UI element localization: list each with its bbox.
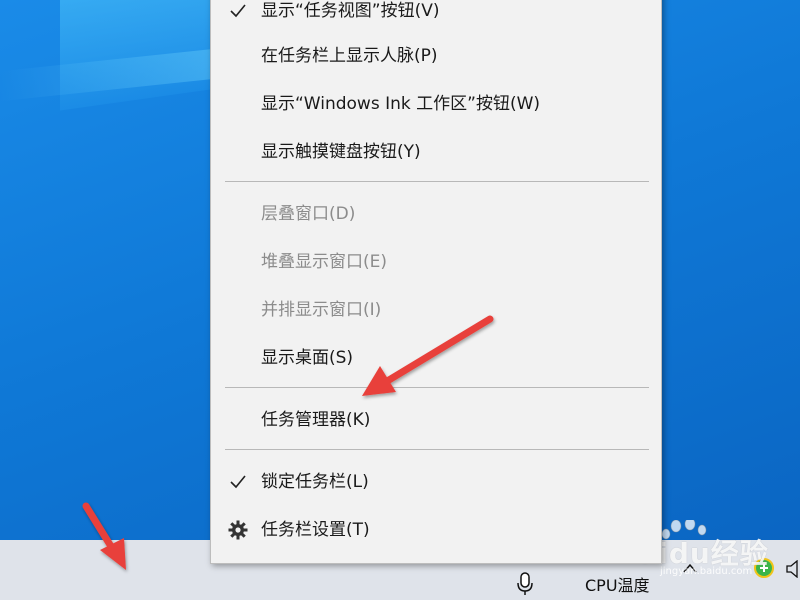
menu-item-show-task-view[interactable]: 显示“任务视图”按钮(V) — [211, 0, 661, 33]
menu-item-label: 并排显示窗口(I) — [261, 300, 382, 320]
menu-item-show-people[interactable]: 在任务栏上显示人脉(P) — [211, 34, 661, 78]
menu-item-label: 在任务栏上显示人脉(P) — [261, 46, 438, 66]
menu-item-task-manager[interactable]: 任务管理器(K) — [211, 398, 661, 442]
watermark-url: jingyan.baidu.com — [660, 566, 753, 577]
menu-item-lock-taskbar[interactable]: 锁定任务栏(L) — [211, 460, 661, 504]
menu-item-label: 层叠窗口(D) — [261, 204, 356, 224]
check-icon — [230, 475, 246, 489]
menu-item-show-touch-keyboard[interactable]: 显示触摸键盘按钮(Y) — [211, 130, 661, 174]
menu-item-label: 任务栏设置(T) — [261, 520, 370, 540]
menu-item-stack-windows: 堆叠显示窗口(E) — [211, 240, 661, 284]
menu-item-label: 显示桌面(S) — [261, 348, 354, 368]
check-icon — [230, 4, 246, 18]
menu-item-label: 任务管理器(K) — [261, 410, 371, 430]
speaker-icon[interactable] — [786, 560, 800, 578]
menu-item-show-desktop[interactable]: 显示桌面(S) — [211, 336, 661, 380]
menu-item-label: 堆叠显示窗口(E) — [261, 252, 388, 272]
menu-item-show-windows-ink[interactable]: 显示“Windows Ink 工作区”按钮(W) — [211, 82, 661, 126]
menu-item-taskbar-settings[interactable]: 任务栏设置(T) — [211, 508, 661, 552]
taskbar-context-menu: 显示“任务视图”按钮(V) 在任务栏上显示人脉(P) 显示“Windows In… — [210, 0, 662, 564]
menu-separator — [225, 181, 649, 182]
gear-icon — [228, 520, 248, 540]
menu-item-side-by-side-windows: 并排显示窗口(I) — [211, 288, 661, 332]
menu-item-label: 显示触摸键盘按钮(Y) — [261, 142, 421, 162]
microphone-icon[interactable] — [516, 572, 534, 596]
menu-item-label: 显示“Windows Ink 工作区”按钮(W) — [261, 94, 541, 114]
menu-item-label: 显示“任务视图”按钮(V) — [261, 1, 440, 21]
menu-separator — [225, 449, 649, 450]
menu-item-label: 锁定任务栏(L) — [261, 472, 369, 492]
menu-item-cascade-windows: 层叠窗口(D) — [211, 192, 661, 236]
menu-separator — [225, 387, 649, 388]
